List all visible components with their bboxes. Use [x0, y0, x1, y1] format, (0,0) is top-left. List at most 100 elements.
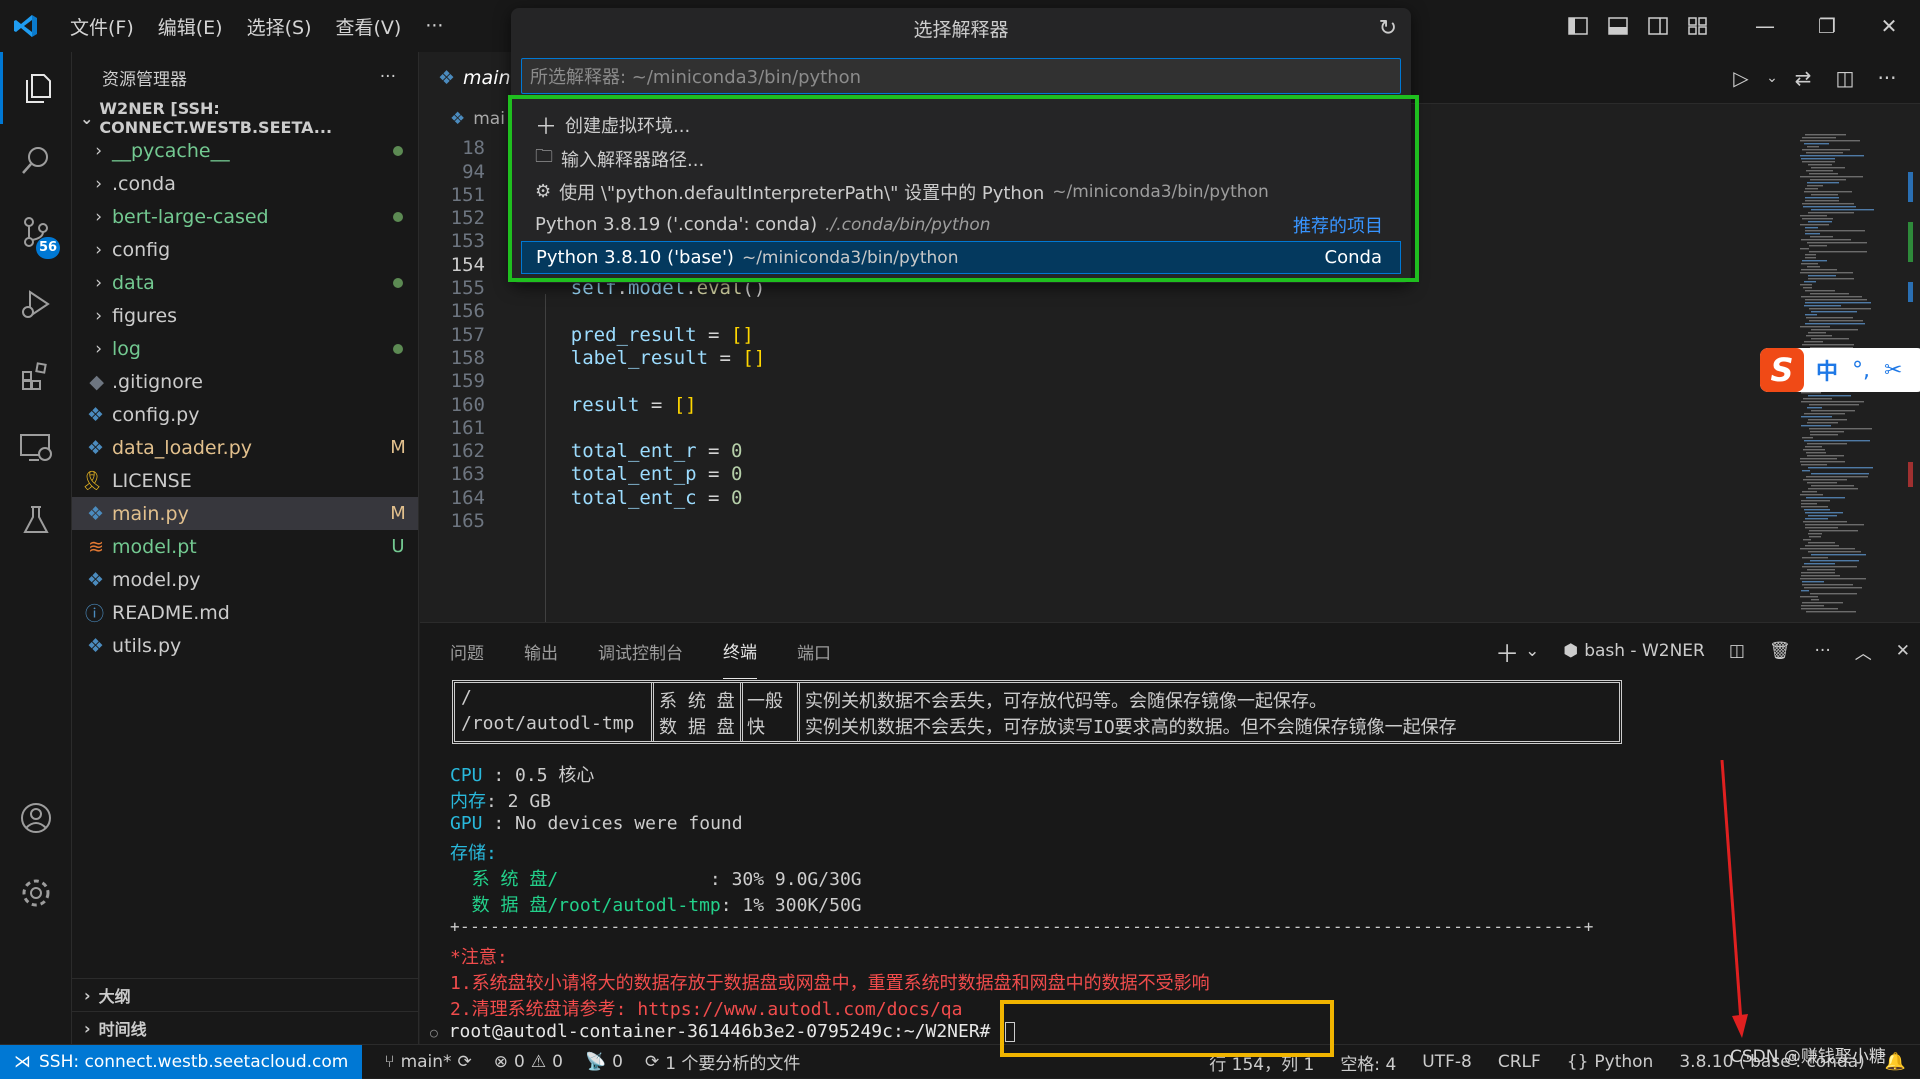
menu-selection[interactable]: 选择(S)	[241, 13, 318, 40]
run-python-icon[interactable]: ▷	[1720, 66, 1762, 90]
indentation[interactable]: 空格: 4	[1340, 1050, 1396, 1075]
kill-terminal-icon[interactable]: 🗑	[1769, 641, 1791, 661]
docs-link[interactable]: https://www.autodl.com/docs/qa	[637, 999, 962, 1020]
minimize-icon[interactable]: —	[1734, 14, 1796, 38]
encoding[interactable]: UTF-8	[1422, 1052, 1472, 1072]
close-panel-icon[interactable]: ✕	[1896, 641, 1910, 661]
run-dropdown-icon[interactable]: ⌄	[1762, 70, 1782, 86]
ime-toolbar[interactable]: S 中 °, ✂	[1760, 348, 1920, 392]
workspace-root[interactable]: ⌄ W2NER [SSH: CONNECT.WESTB.SEETA...	[72, 99, 418, 137]
tab-ports[interactable]: 端口	[797, 623, 831, 679]
editor-more-icon[interactable]: ···	[1866, 66, 1908, 90]
tree-item[interactable]: ❖ model.py	[72, 563, 418, 596]
create-venv-option[interactable]: ＋ 创建虚拟环境...	[521, 108, 1401, 141]
tab-problems[interactable]: 问题	[450, 623, 484, 679]
tree-item[interactable]: › figures	[72, 299, 418, 332]
warning-icon: ⚠	[530, 1051, 547, 1072]
tab-output[interactable]: 输出	[524, 623, 558, 679]
ime-scissors-icon[interactable]: ✂	[1884, 358, 1902, 383]
menu-view[interactable]: 查看(V)	[330, 13, 408, 40]
extensions-icon[interactable]	[0, 340, 72, 412]
menu-edit[interactable]: 编辑(E)	[152, 13, 229, 40]
tree-item[interactable]: ≋ model.pt U	[72, 530, 418, 563]
tab-terminal[interactable]: 终端	[723, 623, 757, 679]
branch-indicator[interactable]: ⑂ main* ⟳	[384, 1052, 471, 1072]
terminal-prompt-line[interactable]: ○ root@autodl-container-361446b3e2-07952…	[430, 1021, 1015, 1042]
analysis-indicator[interactable]: ⟳ 1 个要分析的文件	[645, 1049, 800, 1075]
timeline-label: 时间线	[98, 1020, 147, 1039]
refresh-icon[interactable]: ↻	[1379, 16, 1397, 41]
tree-item[interactable]: ❖ main.py M	[72, 497, 418, 530]
enter-interpreter-path-option[interactable]: 🗀 输入解释器路径...	[521, 142, 1401, 175]
tree-item[interactable]: ⓘ README.md	[72, 596, 418, 629]
default-interpreter-path-option[interactable]: ⚙ 使用 \"python.defaultInterpreterPath\" 设…	[521, 175, 1401, 208]
accounts-icon[interactable]	[0, 782, 72, 854]
table-cell: /root/autodl-tmp	[461, 713, 635, 734]
settings-gear-icon[interactable]	[0, 857, 72, 929]
language-mode[interactable]: {} Python	[1567, 1052, 1654, 1072]
explorer-icon[interactable]	[0, 52, 72, 124]
menu-file[interactable]: 文件(F)	[64, 13, 140, 40]
problems-indicator[interactable]: ⊗ 0 ⚠ 0	[494, 1052, 563, 1072]
tree-item[interactable]: ❖ config.py	[72, 398, 418, 431]
tree-item[interactable]: ❖ data_loader.py M	[72, 431, 418, 464]
code-text: total_ent_p = 0	[570, 463, 743, 486]
minimap-line	[1811, 485, 1854, 487]
terminal-cpu-line: CPU : 0.5 核心	[450, 761, 594, 787]
minimap-line	[1802, 260, 1827, 262]
minimap-line	[1810, 236, 1833, 238]
toggle-panel-icon[interactable]	[1598, 0, 1638, 52]
line-ending[interactable]: CRLF	[1498, 1052, 1541, 1072]
maximize-panel-icon[interactable]: ︿	[1855, 639, 1872, 664]
minimap-line	[1802, 470, 1810, 472]
interpreter-option-base[interactable]: Python 3.8.10 ('base') ~/miniconda3/bin/…	[521, 241, 1401, 274]
chevron-right-icon: ›	[95, 140, 102, 161]
tree-item[interactable]: › config	[72, 233, 418, 266]
split-terminal-icon[interactable]: ◫	[1729, 641, 1745, 661]
ime-punctuation-icon[interactable]: °,	[1852, 358, 1870, 383]
split-editor-icon[interactable]: ◫	[1824, 66, 1866, 90]
toggle-primary-sidebar-icon[interactable]	[1558, 0, 1598, 52]
customize-layout-icon[interactable]	[1678, 0, 1718, 52]
timeline-section[interactable]: › 时间线	[72, 1011, 418, 1044]
tree-item-label: data	[112, 271, 155, 294]
compare-changes-icon[interactable]: ⇄	[1782, 66, 1824, 90]
remote-indicator[interactable]: ⋊ SSH: connect.westb.seetacloud.com	[0, 1044, 363, 1079]
terminal-dropdown-icon[interactable]: ⌄	[1525, 641, 1539, 661]
terminal-name[interactable]: bash - W2NER	[1584, 641, 1705, 661]
testing-icon[interactable]	[0, 484, 72, 556]
explorer-more-button[interactable]: ···	[380, 67, 396, 87]
search-icon[interactable]	[0, 124, 72, 196]
close-window-icon[interactable]: ✕	[1858, 14, 1920, 38]
tree-item[interactable]: › bert-large-cased	[72, 200, 418, 233]
code-line[interactable]: 165	[420, 507, 1720, 536]
code-text: total_ent_r = 0	[570, 440, 743, 463]
restore-icon[interactable]: ❐	[1796, 14, 1858, 38]
toggle-secondary-sidebar-icon[interactable]	[1638, 0, 1678, 52]
tree-item[interactable]: › log	[72, 332, 418, 365]
tree-item[interactable]: › .conda	[72, 167, 418, 200]
panel-more-icon[interactable]: ···	[1815, 641, 1831, 661]
ime-chinese-mode[interactable]: 中	[1816, 354, 1838, 386]
minimap-line	[1808, 212, 1854, 214]
ports-indicator[interactable]: 📡 0	[585, 1052, 623, 1072]
tree-item[interactable]: ◆ .gitignore	[72, 365, 418, 398]
tree-item[interactable]: ❖ utils.py	[72, 629, 418, 662]
minimap-line	[1811, 311, 1857, 313]
tab-debug-console[interactable]: 调试控制台	[598, 623, 683, 679]
outline-section[interactable]: › 大纲	[72, 978, 418, 1011]
remote-explorer-icon[interactable]	[0, 412, 72, 484]
tree-item[interactable]: › data	[72, 266, 418, 299]
new-terminal-icon[interactable]: ＋	[1495, 634, 1519, 669]
notifications-icon[interactable]: 🔔	[1885, 1052, 1906, 1072]
interpreter-search-input[interactable]: 所选解释器: ~/miniconda3/bin/python	[521, 58, 1401, 94]
menu-more[interactable]: ···	[419, 15, 449, 37]
run-debug-icon[interactable]	[0, 268, 72, 340]
tree-item[interactable]: › __pycache__	[72, 134, 418, 167]
git-status: M	[390, 503, 406, 524]
minimap-line	[1807, 266, 1820, 268]
sync-icon[interactable]: ⟳	[458, 1052, 472, 1072]
source-control-icon[interactable]: 56	[0, 196, 72, 268]
interpreter-option-conda[interactable]: Python 3.8.19 ('.conda': conda) ./.conda…	[521, 208, 1401, 241]
tree-item[interactable]: 🎗 LICENSE	[72, 464, 418, 497]
